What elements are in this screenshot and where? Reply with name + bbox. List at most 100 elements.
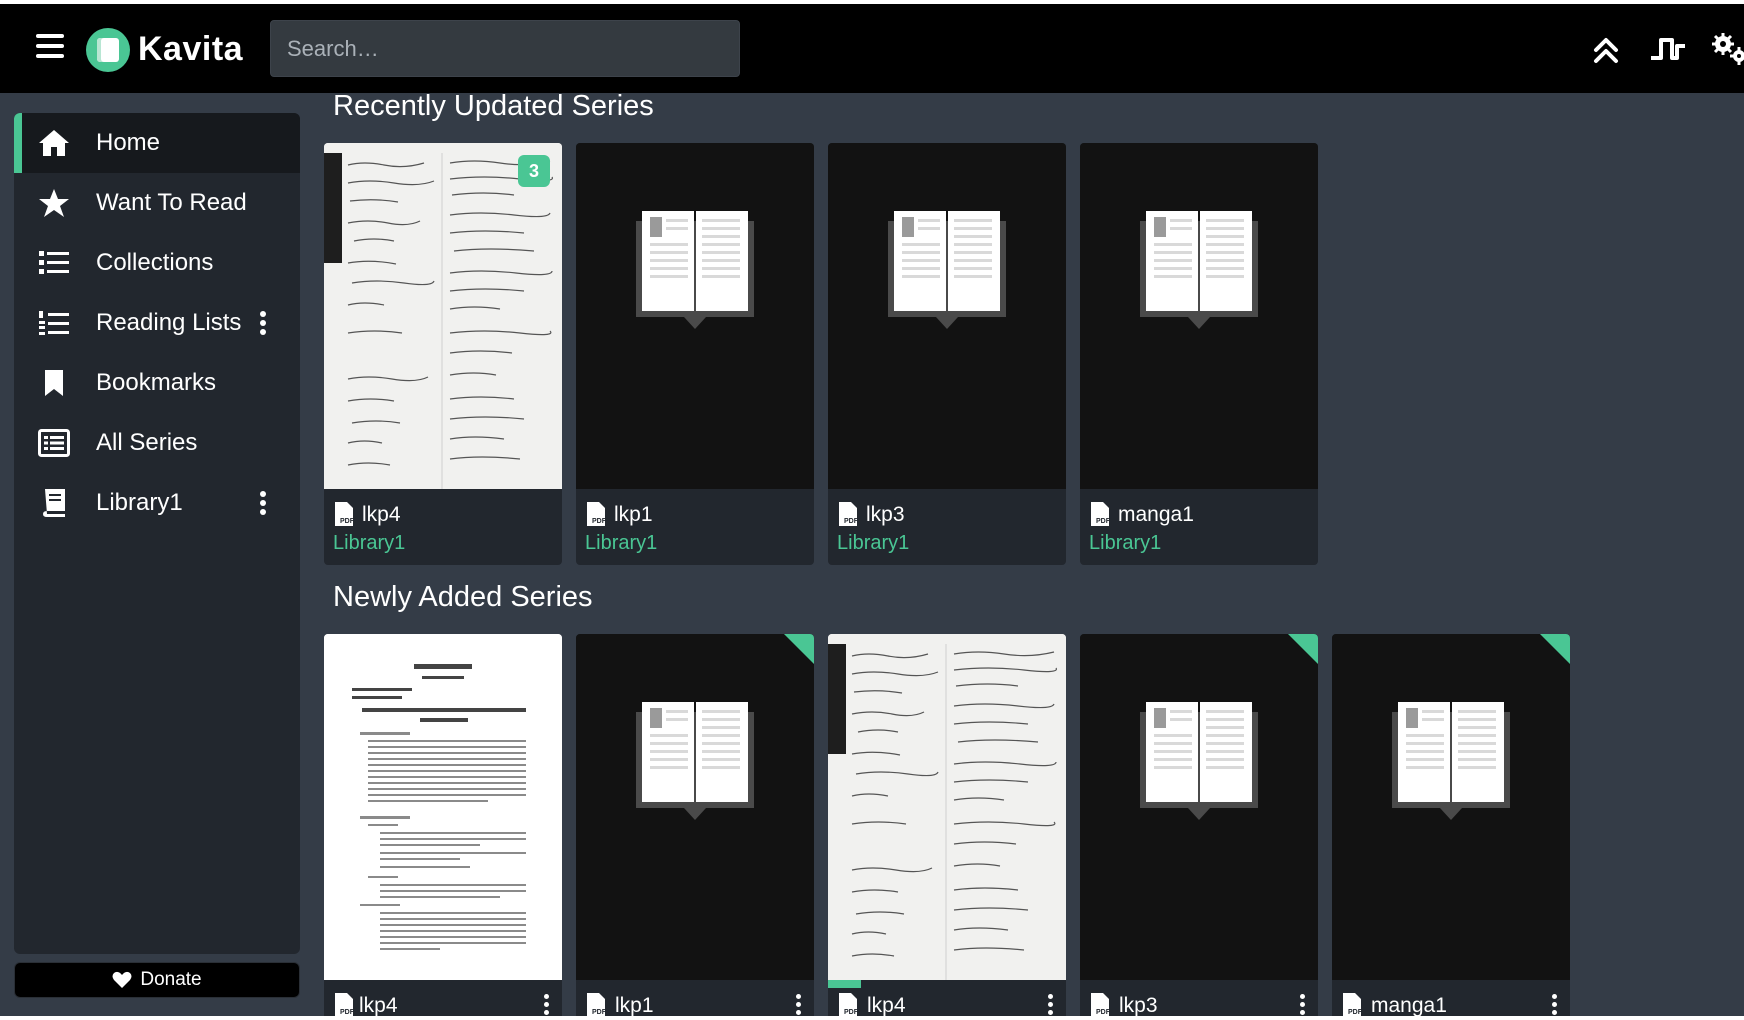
pdf-file-icon: PDF	[839, 993, 859, 1016]
bottom-edge	[0, 1016, 1744, 1020]
series-title[interactable]: lkp4	[362, 503, 401, 527]
sidebar-item-want-to-read[interactable]: Want To Read	[14, 173, 300, 233]
pdf-file-icon: PDF	[1091, 993, 1111, 1016]
series-library-link[interactable]: Library1	[1089, 532, 1161, 555]
series-cover-image	[1332, 634, 1570, 980]
sidebar-item-label: Library1	[96, 489, 183, 516]
sidebar-item-label: Reading Lists	[96, 309, 242, 336]
card-actions-more-icon[interactable]	[1552, 994, 1558, 1016]
series-list-icon	[36, 427, 72, 459]
series-card[interactable]: 3 PDF lkp4 Library1	[324, 143, 562, 565]
pdf-file-icon: PDF	[587, 502, 607, 526]
kavita-logo-icon[interactable]	[86, 28, 130, 72]
sidebar-item-label: Want To Read	[96, 189, 247, 216]
card-actions-more-icon[interactable]	[1048, 994, 1054, 1016]
series-cover-image	[828, 634, 1066, 980]
top-navbar: Kavita	[0, 4, 1744, 93]
series-title[interactable]: lkp3	[866, 503, 905, 527]
card-actions-more-icon[interactable]	[796, 994, 802, 1016]
heart-icon	[112, 971, 132, 988]
sidebar: Home Want To Read Collections Reading Li…	[14, 113, 300, 954]
donate-label: Donate	[140, 969, 202, 990]
sidebar-item-reading-lists[interactable]: Reading Lists	[14, 293, 300, 353]
svg-text:PDF: PDF	[1096, 518, 1111, 525]
series-title[interactable]: lkp4	[359, 994, 398, 1016]
series-title[interactable]: lkp1	[615, 994, 654, 1016]
svg-text:PDF: PDF	[844, 518, 859, 525]
placeholder-book-icon	[888, 211, 1006, 329]
sidebar-item-bookmarks[interactable]: Bookmarks	[14, 353, 300, 413]
series-title[interactable]: manga1	[1371, 994, 1447, 1016]
sidebar-item-label: All Series	[96, 429, 198, 456]
placeholder-book-icon	[636, 211, 754, 329]
unread-corner-marker	[1540, 634, 1570, 664]
card-actions-more-icon[interactable]	[544, 994, 550, 1016]
unread-count-badge: 3	[518, 155, 550, 187]
pdf-file-icon: PDF	[587, 993, 607, 1016]
series-library-link[interactable]: Library1	[837, 532, 909, 555]
sidebar-item-library1[interactable]: Library1	[14, 473, 300, 533]
sidebar-item-label: Collections	[96, 249, 214, 276]
pdf-file-icon: PDF	[1343, 993, 1363, 1016]
series-card[interactable]: PDF lkp1	[576, 634, 814, 1016]
series-title[interactable]: manga1	[1118, 503, 1194, 527]
svg-text:PDF: PDF	[844, 1009, 859, 1016]
reading-progress-bar	[828, 980, 862, 988]
ordered-list-icon	[36, 307, 72, 339]
series-card[interactable]: PDF lkp4	[324, 634, 562, 1016]
sidebar-item-home[interactable]: Home	[14, 113, 300, 173]
series-cover-image: 3	[324, 143, 562, 489]
series-title[interactable]: lkp1	[614, 503, 653, 527]
svg-text:PDF: PDF	[340, 518, 355, 525]
star-icon	[36, 187, 72, 219]
series-cover-image	[828, 143, 1066, 489]
card-actions-more-icon[interactable]	[1300, 994, 1306, 1016]
svg-text:PDF: PDF	[1348, 1009, 1363, 1016]
activity-pulse-icon[interactable]	[1648, 30, 1688, 70]
app-viewport: Kavita Home	[0, 0, 1744, 1016]
hamburger-menu-icon[interactable]	[36, 34, 64, 58]
placeholder-book-icon	[1392, 702, 1510, 820]
series-card[interactable]: PDF lkp1 Library1	[576, 143, 814, 565]
svg-text:PDF: PDF	[592, 518, 607, 525]
series-library-link[interactable]: Library1	[585, 532, 657, 555]
placeholder-book-icon	[636, 702, 754, 820]
library1-more-icon[interactable]	[260, 491, 266, 515]
pdf-file-icon: PDF	[1091, 502, 1111, 526]
series-card[interactable]: PDF lkp3 Library1	[828, 143, 1066, 565]
svg-text:PDF: PDF	[1096, 1009, 1111, 1016]
search-input[interactable]	[270, 20, 740, 77]
settings-gears-icon[interactable]	[1710, 30, 1744, 70]
svg-text:PDF: PDF	[592, 1009, 607, 1016]
series-cover-image	[576, 634, 814, 980]
series-title[interactable]: lkp4	[867, 994, 906, 1016]
donate-button[interactable]: Donate	[14, 962, 300, 998]
placeholder-book-icon	[1140, 702, 1258, 820]
series-card[interactable]: PDF manga1 Library1	[1080, 143, 1318, 565]
series-cover-image	[1080, 634, 1318, 980]
book-icon	[36, 487, 72, 519]
series-library-link[interactable]: Library1	[333, 532, 405, 555]
sidebar-item-all-series[interactable]: All Series	[14, 413, 300, 473]
series-card[interactable]: PDF manga1	[1332, 634, 1570, 1016]
svg-text:PDF: PDF	[340, 1009, 355, 1016]
section-title-recently-updated: Recently Updated Series	[333, 90, 654, 122]
series-title[interactable]: lkp3	[1119, 994, 1158, 1016]
pdf-file-icon: PDF	[335, 993, 355, 1016]
scroll-to-top-icon[interactable]	[1586, 30, 1626, 70]
unread-corner-marker	[1288, 634, 1318, 664]
series-card[interactable]: PDF lkp3	[1080, 634, 1318, 1016]
pdf-file-icon: PDF	[335, 502, 355, 526]
home-icon	[36, 127, 72, 159]
sidebar-item-label: Bookmarks	[96, 369, 217, 396]
app-name[interactable]: Kavita	[138, 30, 243, 69]
sidebar-item-collections[interactable]: Collections	[14, 233, 300, 293]
series-cover-image	[576, 143, 814, 489]
reading-lists-more-icon[interactable]	[260, 311, 266, 335]
placeholder-book-icon	[1140, 211, 1258, 329]
series-cover-image	[1080, 143, 1318, 489]
series-cover-image	[324, 634, 562, 980]
pdf-file-icon: PDF	[839, 502, 859, 526]
series-card[interactable]: PDF lkp4	[828, 634, 1066, 1016]
sidebar-item-label: Home	[96, 129, 161, 156]
